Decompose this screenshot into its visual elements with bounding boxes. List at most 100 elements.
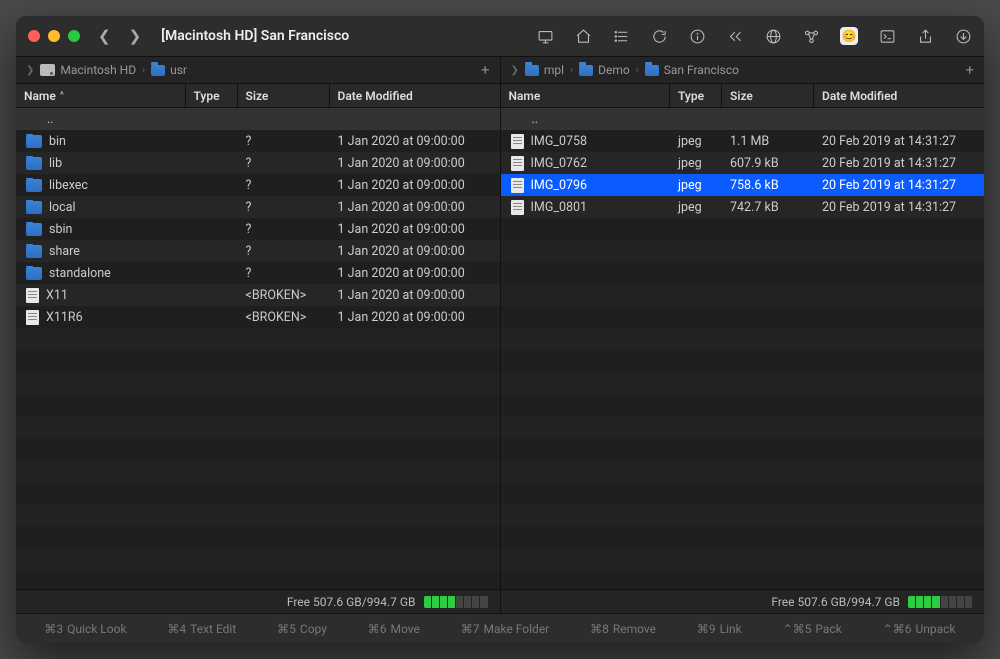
file-row[interactable]: IMG_0758jpeg1.1 MB20 Feb 2019 at 14:31:2… [501, 130, 985, 152]
add-tab-right-button[interactable]: + [965, 61, 974, 79]
col-type[interactable]: Type [670, 84, 722, 107]
file-size: ? [238, 266, 330, 281]
empty-row [501, 460, 985, 482]
file-name: X11R6 [46, 310, 83, 325]
file-row[interactable]: local?1 Jan 2020 at 09:00:00 [16, 196, 500, 218]
titlebar: ❮ ❯ [Macintosh HD] San Francisco 😊 [16, 16, 984, 56]
breadcrumb-item[interactable]: mpl [525, 63, 564, 77]
file-list-right[interactable]: .. IMG_0758jpeg1.1 MB20 Feb 2019 at 14:31… [501, 108, 985, 589]
shortcut-item[interactable]: ⌘4Text Edit [167, 622, 236, 636]
disk-segment [471, 596, 479, 608]
file-row[interactable]: IMG_0796jpeg758.6 kB20 Feb 2019 at 14:31… [501, 174, 985, 196]
empty-row [501, 350, 985, 372]
file-date: 1 Jan 2020 at 09:00:00 [330, 310, 500, 325]
breadcrumb-item[interactable]: San Francisco [645, 63, 739, 77]
empty-row [16, 482, 500, 504]
shortcut-item[interactable]: ⌘7Make Folder [461, 622, 550, 636]
file-row[interactable]: sbin?1 Jan 2020 at 09:00:00 [16, 218, 500, 240]
nav-back-button[interactable]: ❮ [98, 27, 111, 45]
col-name[interactable]: Name^ [16, 84, 186, 107]
globe-icon[interactable] [764, 27, 782, 45]
file-row[interactable]: bin?1 Jan 2020 at 09:00:00 [16, 130, 500, 152]
col-size[interactable]: Size [722, 84, 814, 107]
disk-segment [439, 596, 447, 608]
display-icon[interactable] [536, 27, 554, 45]
file-row[interactable]: libexec?1 Jan 2020 at 09:00:00 [16, 174, 500, 196]
network-icon[interactable] [802, 27, 820, 45]
shortcut-item[interactable]: ⌘5Copy [277, 622, 327, 636]
download-icon[interactable] [954, 27, 972, 45]
file-name: sbin [49, 222, 72, 237]
shortcut-label: Text Edit [190, 622, 236, 636]
file-date: 1 Jan 2020 at 09:00:00 [330, 134, 500, 149]
disk-segment [940, 596, 948, 608]
col-type[interactable]: Type [186, 84, 238, 107]
empty-row [16, 416, 500, 438]
file-size: 758.6 kB [722, 178, 814, 193]
shortcut-label: Unpack [915, 622, 955, 636]
home-icon[interactable] [574, 27, 592, 45]
file-row[interactable]: IMG_0762jpeg607.9 kB20 Feb 2019 at 14:31… [501, 152, 985, 174]
shortcut-key: ⌘9 [697, 622, 716, 636]
window-controls [28, 30, 80, 42]
file-size: ? [238, 178, 330, 193]
file-row[interactable]: IMG_0801jpeg742.7 kB20 Feb 2019 at 14:31… [501, 196, 985, 218]
breadcrumb-label: San Francisco [664, 63, 739, 77]
terminal-icon[interactable] [878, 27, 896, 45]
breadcrumb-label: Demo [598, 63, 630, 77]
disk-segment [479, 596, 487, 608]
shortcut-item[interactable]: ⌘6Move [368, 622, 420, 636]
add-tab-left-button[interactable]: + [481, 61, 490, 79]
shortcut-item[interactable]: ⌘9Link [697, 622, 742, 636]
list-icon[interactable] [612, 27, 630, 45]
file-row[interactable]: lib?1 Jan 2020 at 09:00:00 [16, 152, 500, 174]
sort-ascending-icon: ^ [60, 91, 64, 101]
share-icon[interactable] [916, 27, 934, 45]
folder-icon [525, 65, 539, 76]
breadcrumb-item[interactable]: Macintosh HD [40, 63, 136, 77]
empty-row [501, 218, 985, 240]
col-name[interactable]: Name [501, 84, 671, 107]
file-size: ? [238, 134, 330, 149]
file-row[interactable]: share?1 Jan 2020 at 09:00:00 [16, 240, 500, 262]
disk-segment [931, 596, 939, 608]
parent-dir-row[interactable]: .. [501, 108, 985, 130]
folder-icon [26, 135, 42, 148]
right-pane: Name Type Size Date Modified .. IMG_0758j… [500, 84, 985, 589]
finder-icon[interactable]: 😊 [840, 27, 858, 45]
shortcut-item[interactable]: ⌘8Remove [590, 622, 656, 636]
shortcut-key: ⌘8 [590, 622, 609, 636]
file-row[interactable]: X11<BROKEN>1 Jan 2020 at 09:00:00 [16, 284, 500, 306]
disk-usage-bar [908, 596, 972, 608]
parent-dir-row[interactable]: .. [16, 108, 500, 130]
col-date[interactable]: Date Modified [814, 84, 984, 107]
column-headers-right: Name Type Size Date Modified [501, 84, 985, 108]
folder-icon [645, 65, 659, 76]
breadcrumb-item[interactable]: usr [151, 63, 187, 77]
zoom-window-button[interactable] [68, 30, 80, 42]
file-name: .. [532, 112, 539, 127]
refresh-icon[interactable] [650, 27, 668, 45]
shortcut-item[interactable]: ⌃⌘5Pack [783, 622, 842, 636]
empty-row [501, 328, 985, 350]
minimize-window-button[interactable] [48, 30, 60, 42]
empty-row [501, 526, 985, 548]
empty-row [501, 284, 985, 306]
file-row[interactable]: standalone?1 Jan 2020 at 09:00:00 [16, 262, 500, 284]
empty-row [501, 394, 985, 416]
close-window-button[interactable] [28, 30, 40, 42]
file-list-left[interactable]: ..bin?1 Jan 2020 at 09:00:00lib?1 Jan 20… [16, 108, 500, 589]
nav-forward-button[interactable]: ❯ [129, 27, 142, 45]
chevrons-left-icon[interactable] [726, 27, 744, 45]
col-size[interactable]: Size [238, 84, 330, 107]
info-icon[interactable] [688, 27, 706, 45]
shortcut-label: Pack [815, 622, 841, 636]
disk-segment [908, 596, 915, 608]
file-size: 607.9 kB [722, 156, 814, 171]
col-date[interactable]: Date Modified [330, 84, 500, 107]
file-name: standalone [49, 266, 111, 281]
shortcut-item[interactable]: ⌃⌘6Unpack [883, 622, 956, 636]
shortcut-item[interactable]: ⌘3Quick Look [44, 622, 126, 636]
breadcrumb-item[interactable]: Demo [579, 63, 630, 77]
file-row[interactable]: X11R6<BROKEN>1 Jan 2020 at 09:00:00 [16, 306, 500, 328]
